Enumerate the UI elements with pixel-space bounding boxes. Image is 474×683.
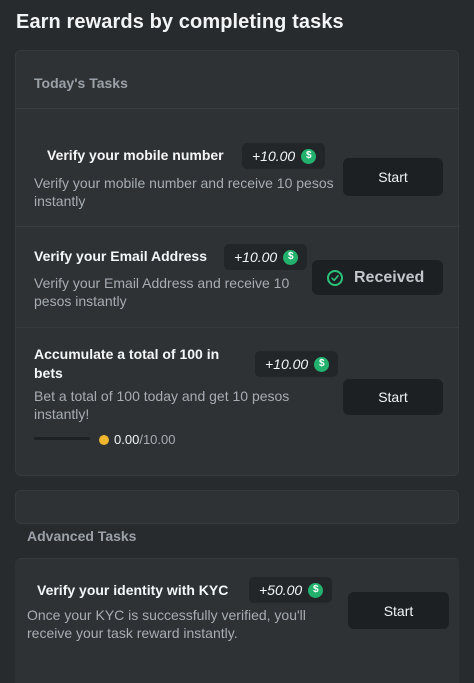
empty-section-card xyxy=(15,490,459,524)
progress-current: 0.00 xyxy=(114,432,140,447)
start-button[interactable]: Start xyxy=(343,379,443,415)
advanced-tasks-header: Advanced Tasks xyxy=(27,528,137,544)
task-title: Verify your mobile number xyxy=(47,147,224,163)
dollar-coin-icon: $ xyxy=(283,249,299,265)
task-description: Bet a total of 100 today and get 10 peso… xyxy=(34,388,290,422)
reward-badge: +10.00 $ xyxy=(255,351,339,377)
progress-target: 10.00 xyxy=(142,432,176,447)
divider xyxy=(16,327,458,328)
dollar-coin-icon: $ xyxy=(308,582,324,598)
progress-text: 0.00/10.00 xyxy=(114,432,175,447)
task-description: Once your KYC is successfully verified, … xyxy=(27,607,306,641)
reward-badge: +10.00 $ xyxy=(224,244,308,270)
received-label: Received xyxy=(354,268,425,286)
received-status-button: Received xyxy=(312,260,443,295)
reward-amount: +10.00 xyxy=(265,356,309,372)
start-button[interactable]: Start xyxy=(343,158,443,196)
progress-bar xyxy=(34,437,90,440)
gold-coin-icon xyxy=(99,435,109,445)
page-title: Earn rewards by completing tasks xyxy=(16,11,344,33)
reward-amount: +10.00 xyxy=(252,148,296,164)
dollar-coin-icon: $ xyxy=(314,356,330,372)
advanced-tasks-section: Verify your identity with KYC +50.00 $ O… xyxy=(15,558,459,683)
task-title: Accumulate a total of 100 in bets xyxy=(34,346,220,381)
check-circle-icon xyxy=(327,269,343,286)
dollar-coin-icon: $ xyxy=(301,148,317,164)
task-title: Verify your Email Address xyxy=(34,248,207,264)
reward-amount: +10.00 xyxy=(234,249,278,265)
task-title: Verify your identity with KYC xyxy=(37,582,229,598)
task-description: Verify your Email Address and receive 10… xyxy=(34,275,290,309)
start-button[interactable]: Start xyxy=(348,592,449,629)
divider xyxy=(16,108,458,109)
reward-badge: +50.00 $ xyxy=(249,577,333,603)
todays-tasks-header: Today's Tasks xyxy=(34,75,128,91)
task-description: Verify your mobile number and receive 10… xyxy=(34,175,334,209)
reward-amount: +50.00 xyxy=(259,582,303,598)
todays-tasks-section: Today's Tasks Verify your mobile number … xyxy=(15,50,459,476)
reward-badge: +10.00 $ xyxy=(242,143,326,169)
divider xyxy=(16,226,458,227)
